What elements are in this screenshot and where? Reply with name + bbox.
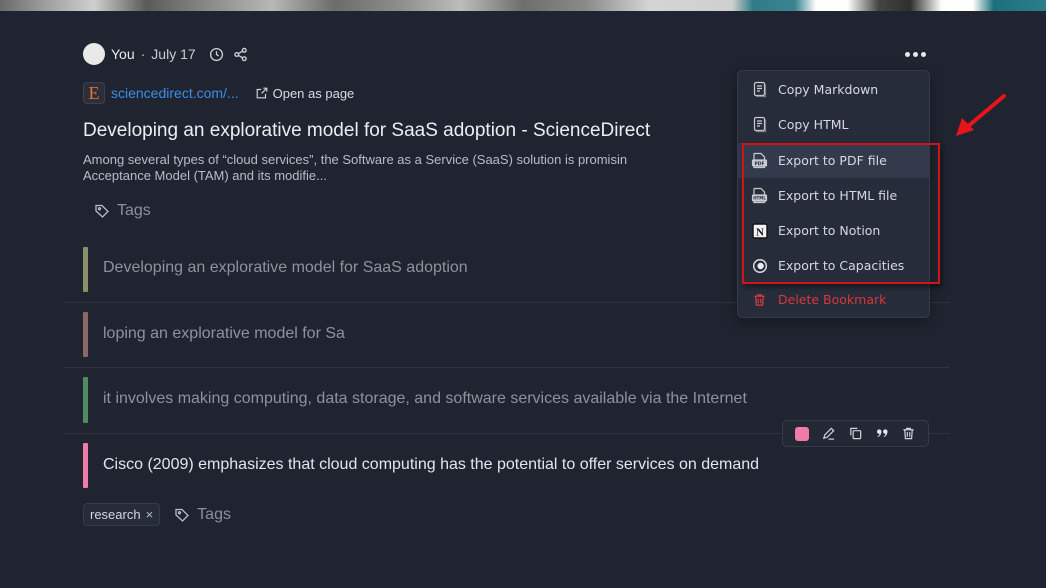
svg-text:PDF: PDF [754,161,764,167]
highlight-color-bar [83,312,88,357]
menu-item-export-html[interactable]: HTML Export to HTML file [738,178,929,213]
document-icon [751,116,768,133]
highlight-toolbar [782,420,929,447]
source-row: E sciencedirect.com/... Open as page [83,81,354,105]
share-icon[interactable] [232,45,250,63]
menu-item-label: Export to PDF file [778,153,887,168]
remove-tag-icon[interactable]: × [146,507,154,522]
capacities-icon [751,257,768,274]
annotation-arrow-icon [956,94,1006,136]
tags-label: Tags [117,202,151,219]
menu-item-label: Copy Markdown [778,82,879,97]
menu-item-label: Export to Notion [778,223,881,238]
menu-item-label: Export to Capacities [778,258,905,273]
dot [912,51,918,57]
source-link[interactable]: sciencedirect.com/... [111,85,239,101]
trash-icon [751,291,768,308]
site-favicon: E [83,82,105,104]
menu-item-copy-html[interactable]: Copy HTML [738,107,929,142]
highlight-color-bar [83,443,88,488]
more-options-button[interactable] [902,44,928,64]
description-line: Among several types of “cloud services”,… [83,152,628,167]
avatar[interactable] [83,43,105,65]
bookmark-description: Among several types of “cloud services”,… [83,152,743,184]
html-file-icon: HTML [751,187,768,204]
highlight-text: loping an explorative model for Sa [103,325,345,342]
highlight-tags: research × Tags [83,503,231,526]
svg-text:N: N [756,226,764,238]
clock-icon[interactable] [208,45,226,63]
highlight-text: it involves making computing, data stora… [103,390,747,407]
notion-icon: N [751,222,768,239]
trash-icon[interactable] [900,425,918,443]
add-highlight-tags-button[interactable]: Tags [174,506,231,524]
description-line: Acceptance Model (TAM) and its modifie..… [83,168,327,183]
dot [904,51,910,57]
menu-item-export-capacities[interactable]: Export to Capacities [738,248,929,283]
tag-icon [175,508,190,522]
highlight-color-bar [83,247,88,292]
svg-text:HTML: HTML [753,196,766,201]
color-swatch [795,426,810,441]
document-icon [751,81,768,98]
tag-chip-label: research [90,507,141,522]
background-image-strip [0,0,1046,11]
highlight-color-bar [83,377,88,423]
tag-icon [95,204,109,218]
copy-icon[interactable] [846,425,864,443]
bookmark-date: July 17 [151,46,196,62]
open-as-page-label: Open as page [272,85,355,101]
tag-chip[interactable]: research × [83,503,161,526]
meta-separator: · [140,46,146,62]
menu-item-label: Export to HTML file [778,188,898,203]
highlight-text: Developing an explorative model for SaaS… [103,259,468,276]
quote-icon[interactable] [873,425,891,443]
menu-item-delete-bookmark[interactable]: Delete Bookmark [738,282,929,317]
bookmark-meta: You · July 17 [83,42,250,66]
color-swatch-button[interactable] [793,425,811,443]
bookmark-title[interactable]: Developing an explorative model for SaaS… [83,120,650,142]
menu-item-copy-markdown[interactable]: Copy Markdown [738,72,929,107]
menu-item-label: Delete Bookmark [778,292,887,307]
highlight-text: Cisco (2009) emphasizes that cloud compu… [103,456,760,473]
add-tags-button[interactable]: Tags [94,202,151,220]
bookmark-options-menu: Copy Markdown Copy HTML PDF Export to PD… [737,70,930,318]
dot [920,51,926,57]
edit-icon[interactable] [820,425,838,443]
pdf-file-icon: PDF [751,152,768,169]
menu-item-label: Copy HTML [778,117,849,132]
menu-item-export-pdf[interactable]: PDF Export to PDF file [738,143,929,178]
menu-item-export-notion[interactable]: N Export to Notion [738,213,929,248]
open-as-page-link[interactable]: Open as page [255,85,355,101]
tags-label: Tags [197,505,231,523]
author-name: You [111,46,135,62]
external-link-icon [256,87,267,99]
